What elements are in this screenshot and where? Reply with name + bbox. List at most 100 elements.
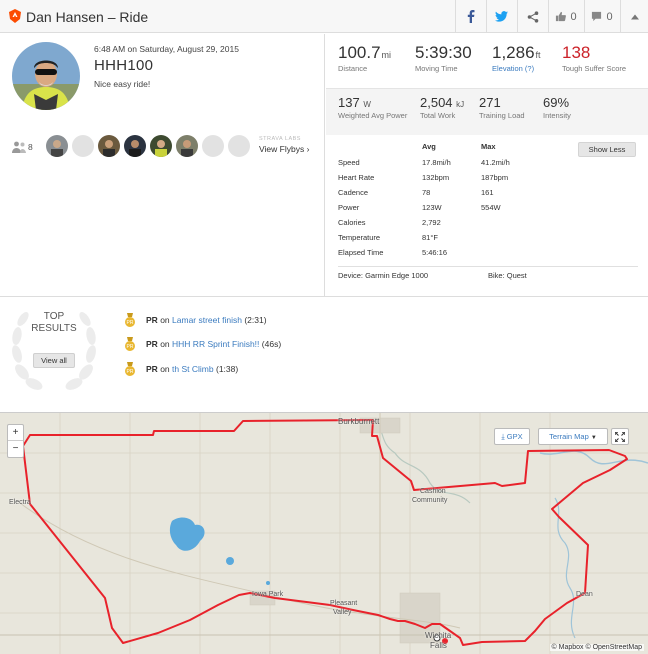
details-row: Cadence 78 161 [338,188,638,202]
athlete-photo [150,135,172,157]
top-results-section: TOP RESULTS View all PR PR on Lamar stre… [0,296,648,402]
terrain-map-dropdown[interactable]: Terrain Map ▼ [538,428,608,445]
collapse-button[interactable] [620,0,648,33]
gpx-label: GPX [506,432,523,441]
pr-on: on [160,315,170,325]
suffer-score-value: 138 [562,43,591,62]
intensity-value: 69% [543,95,570,110]
kudos-button[interactable]: 0 [548,0,583,33]
device-info: Device: Garmin Edge 1000 [338,271,429,280]
distance-label: Distance [338,64,368,73]
elevation-help-link[interactable]: Elevation (?) [492,64,541,73]
athlete-photo [46,135,68,157]
row-avg: 78 [422,188,431,197]
athlete-photo [176,135,198,157]
elevation-unit: ft [535,50,541,60]
svg-text:PR: PR [127,344,134,350]
row-label: Elapsed Time [338,248,384,257]
elevation-value: 1,286 [492,43,535,62]
pr-on: on [160,339,170,349]
pr-time: (46s) [261,339,282,349]
map-canvas [0,413,648,654]
place-label: Community [412,497,448,504]
comment-count: 0 [606,10,613,23]
pr-label: PR [146,364,158,374]
place-label: Valley [333,609,352,616]
details-row: Heart Rate 132bpm 187bpm [338,173,638,187]
segment-link[interactable]: th St Climb [172,364,214,374]
secondary-stats: 137 W Weighted Avg Power 2,504 kJ Total … [326,89,648,135]
athletes-row: 8 STRAVA LABS View Flybys › [12,135,324,161]
top-results-title: TOP RESULTS [0,311,108,335]
place-label: Pleasant [330,600,358,607]
segment-link[interactable]: Lamar street finish [172,315,242,325]
athlete-avatar-1[interactable] [46,135,68,157]
row-label: Power [338,203,360,212]
place-label: Burkburnett [338,417,380,426]
zoom-control: + − [7,424,24,458]
route-map[interactable]: Burkburnett Electra Cashion Community Io… [0,412,648,654]
place-label: Electra [9,499,31,506]
pr-on: on [160,364,170,374]
pr-medal-icon: PR [125,362,135,376]
activity-summary: 6:48 AM on Saturday, August 29, 2015 HHH… [0,34,648,296]
results-label: RESULTS [31,323,77,334]
details-row: Temperature 81°F [338,233,638,247]
divider [338,266,638,267]
page-title: Dan Hansen – Ride [26,9,149,25]
view-all-button[interactable]: View all [33,353,75,368]
athlete-avatar-6[interactable] [176,135,198,157]
load-label: Training Load [479,111,525,120]
details-row: Calories 2,792 [338,218,638,232]
row-label: Temperature [338,233,381,242]
thumbs-up-icon [556,11,567,22]
fullscreen-button[interactable] [611,428,629,445]
show-less-button[interactable]: Show Less [578,142,636,157]
athlete-avatar-8[interactable] [228,135,250,157]
pr-medal-icon: PR [125,313,135,327]
pr-label: PR [146,339,158,349]
segment-link[interactable]: HHH RR Sprint Finish!! [172,339,259,349]
row-avg: 81°F [422,233,438,242]
pr-label: PR [146,315,158,325]
work-value: 2,504 [420,95,453,110]
svg-text:PR: PR [127,320,134,326]
comment-button[interactable]: 0 [584,0,619,33]
share-icon [527,10,538,23]
power-label: Weighted Avg Power [338,111,408,120]
twitter-share-button[interactable] [486,0,516,33]
stat-intensity: 69% Intensity [543,95,571,120]
activity-description: Nice easy ride! [94,79,151,89]
athlete-placeholder [202,135,224,157]
zoom-out-button[interactable]: − [8,441,23,457]
row-max: 187bpm [481,173,509,182]
athlete-avatar-3[interactable] [98,135,120,157]
pr-time: (2:31) [244,315,267,325]
zoom-in-button[interactable]: + [8,425,23,441]
stat-distance: 100.7mi Distance [338,43,391,73]
kudos-count: 0 [570,10,577,23]
row-label: Heart Rate [338,173,375,182]
athlete-count: 8 [28,142,33,152]
athlete-avatar-2[interactable] [72,135,94,157]
work-unit: kJ [456,100,465,109]
share-button[interactable] [517,0,547,33]
gpx-download-button[interactable]: ⤓ GPX [494,428,530,445]
athlete-avatar-5[interactable] [150,135,172,157]
facebook-share-button[interactable] [455,0,485,33]
row-avg: 2,792 [422,218,441,227]
place-label: Falls [430,641,447,650]
comment-icon [592,11,602,22]
moving-time-value: 5:39:30 [415,43,472,62]
load-value: 271 [479,95,501,110]
view-flybys-link[interactable]: View Flybys › [259,144,309,154]
place-label: Cashion [420,488,446,495]
athlete-avatar[interactable] [12,42,80,110]
map-attribution[interactable]: © Mapbox © OpenStreetMap [549,644,644,651]
athlete-avatar-4[interactable] [124,135,146,157]
top-label: TOP [43,311,65,322]
max-header: Max [481,142,496,151]
athlete-avatar-7[interactable] [202,135,224,157]
stat-elevation: 1,286ft Elevation (?) [492,43,541,73]
strava-shield-icon [9,9,21,23]
